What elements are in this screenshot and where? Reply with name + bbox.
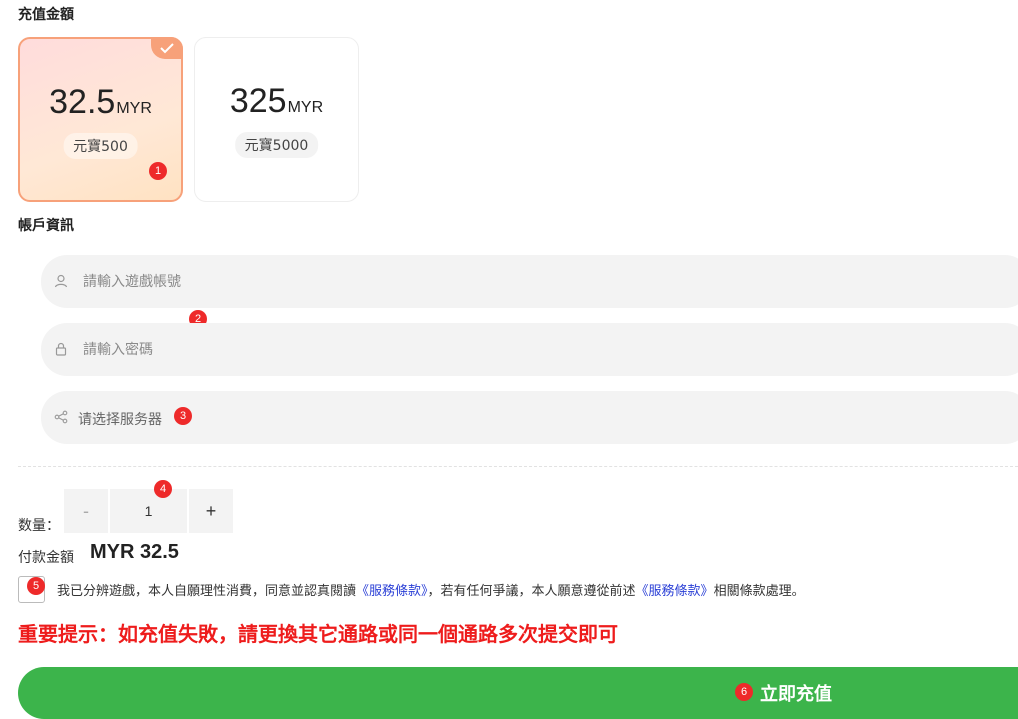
account-info-title: 帳戶資訊: [18, 218, 74, 234]
annotation-badge-3: 3: [174, 407, 192, 425]
username-input[interactable]: [83, 255, 983, 308]
server-select-placeholder: 请选择服务器: [78, 412, 162, 428]
recharge-amount-title: 充值金額: [18, 7, 74, 23]
option-amount: 32.5MYR: [49, 83, 152, 121]
agreement-text-part-3: 相關條款處理。: [713, 584, 805, 599]
submit-label: 立即充值: [760, 684, 832, 704]
important-notice: 重要提示：如充值失敗，請更換其它通路或同一個通路多次提交即可: [18, 622, 618, 646]
quantity-input[interactable]: [110, 489, 187, 533]
recharge-option-32-5[interactable]: 32.5MYR 元寶500 1: [18, 37, 183, 202]
quantity-increase-button[interactable]: +: [189, 489, 233, 533]
agreement-text: 我已分辨遊戲，本人自願理性消費，同意並認真閱讀《服務條款》，若有任何爭議，本人願…: [57, 580, 805, 599]
annotation-badge-5: 5: [27, 577, 45, 595]
recharge-option-325[interactable]: 325MYR 元寶5000: [194, 37, 359, 202]
agreement-text-part-2: ，若有任何爭議，本人願意遵從前述: [427, 584, 636, 599]
recharge-submit-button[interactable]: 立即充值: [18, 667, 1018, 719]
annotation-badge-6: 6: [735, 683, 753, 701]
terms-link-2[interactable]: 《服務條款》: [636, 584, 714, 599]
agreement-text-part-1: 我已分辨遊戲，本人自願理性消費，同意並認真閱讀: [57, 584, 357, 599]
option-bonus: 元寶500: [63, 133, 138, 159]
lock-icon: [55, 342, 67, 356]
option-bonus: 元寶5000: [234, 132, 319, 158]
selected-check-icon: [151, 37, 183, 59]
share-icon: [54, 410, 68, 424]
annotation-badge-4: 4: [154, 480, 172, 498]
server-select[interactable]: 请选择服务器 3: [41, 391, 1018, 444]
username-field[interactable]: [41, 255, 1018, 308]
payment-amount-label: 付款金額: [18, 550, 74, 566]
password-field[interactable]: [41, 323, 1018, 376]
quantity-label: 数量：: [18, 518, 60, 534]
user-icon: [54, 274, 68, 288]
option-amount: 325MYR: [229, 82, 324, 120]
terms-link-1[interactable]: 《服務條款》: [356, 584, 428, 599]
annotation-badge-1: 1: [149, 162, 167, 180]
payment-amount-value: MYR 32.5: [90, 541, 179, 563]
quantity-decrease-button[interactable]: -: [64, 489, 108, 533]
password-input[interactable]: [83, 323, 983, 376]
section-divider: [18, 466, 1018, 467]
